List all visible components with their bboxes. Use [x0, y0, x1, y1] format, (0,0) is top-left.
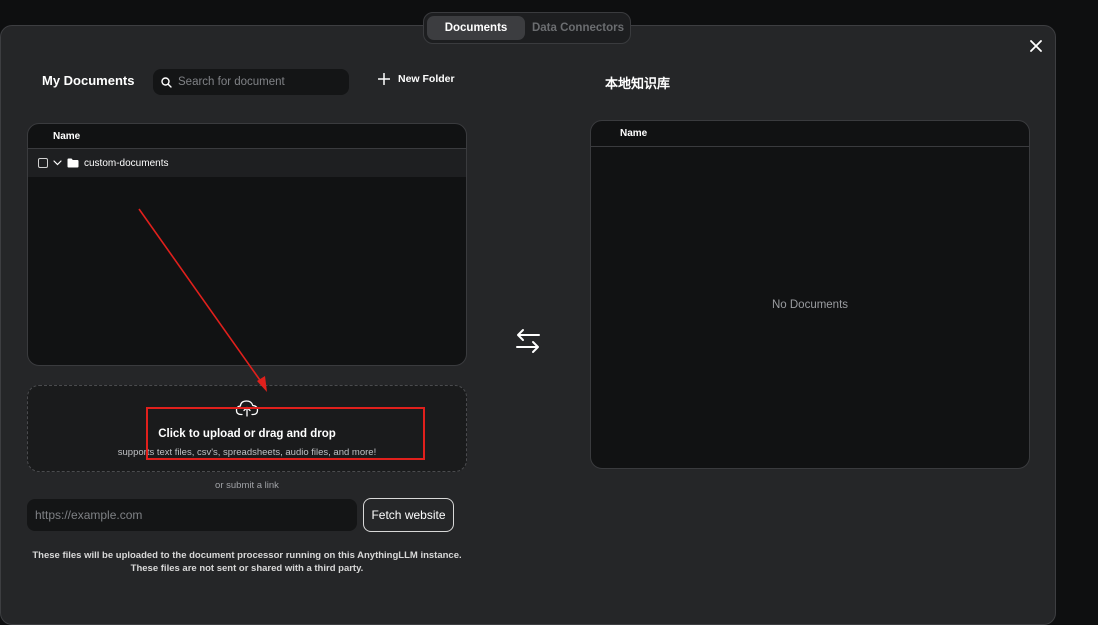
folder-name: custom-documents: [84, 157, 169, 169]
folder-icon: [67, 158, 79, 168]
new-folder-label: New Folder: [398, 73, 455, 85]
name-column-header: Name: [28, 124, 466, 149]
workspace-name-column-header: Name: [591, 121, 1029, 147]
chevron-down-icon[interactable]: [53, 160, 62, 166]
plus-icon: [378, 73, 390, 85]
cloud-upload-icon: [235, 400, 259, 417]
upload-disclaimer: These files will be uploaded to the docu…: [27, 549, 467, 575]
tab-documents[interactable]: Documents: [427, 16, 525, 40]
my-documents-title: My Documents: [42, 73, 135, 88]
url-input[interactable]: [27, 499, 357, 531]
upload-title: Click to upload or drag and drop: [158, 428, 336, 440]
swap-button[interactable]: [514, 327, 542, 360]
workspace-documents-panel: Name No Documents: [590, 120, 1030, 469]
folder-row-custom-documents[interactable]: custom-documents: [28, 149, 466, 177]
search-icon: [161, 76, 172, 88]
search-box[interactable]: [153, 69, 349, 95]
modal-tabs: Documents Data Connectors: [423, 12, 631, 44]
upload-subtitle: supports text files, csv's, spreadsheets…: [117, 447, 377, 458]
disclaimer-line-2: These files are not sent or shared with …: [130, 563, 364, 574]
tab-data-connectors[interactable]: Data Connectors: [529, 16, 627, 40]
fetch-website-button[interactable]: Fetch website: [363, 498, 454, 532]
upload-dropzone[interactable]: Click to upload or drag and drop support…: [27, 385, 467, 472]
close-icon: [1030, 40, 1042, 52]
no-documents-text: No Documents: [771, 299, 849, 311]
folder-checkbox[interactable]: [38, 158, 48, 168]
my-documents-panel: Name custom-documents: [27, 123, 467, 366]
swap-arrows-icon: [516, 329, 540, 353]
new-folder-button[interactable]: New Folder: [378, 73, 455, 85]
search-input[interactable]: [178, 76, 338, 88]
close-button[interactable]: [1027, 37, 1045, 55]
disclaimer-line-1: These files will be uploaded to the docu…: [32, 550, 462, 561]
or-submit-link-text: or submit a link: [215, 480, 279, 491]
workspace-title: 本地知识库: [605, 76, 671, 91]
